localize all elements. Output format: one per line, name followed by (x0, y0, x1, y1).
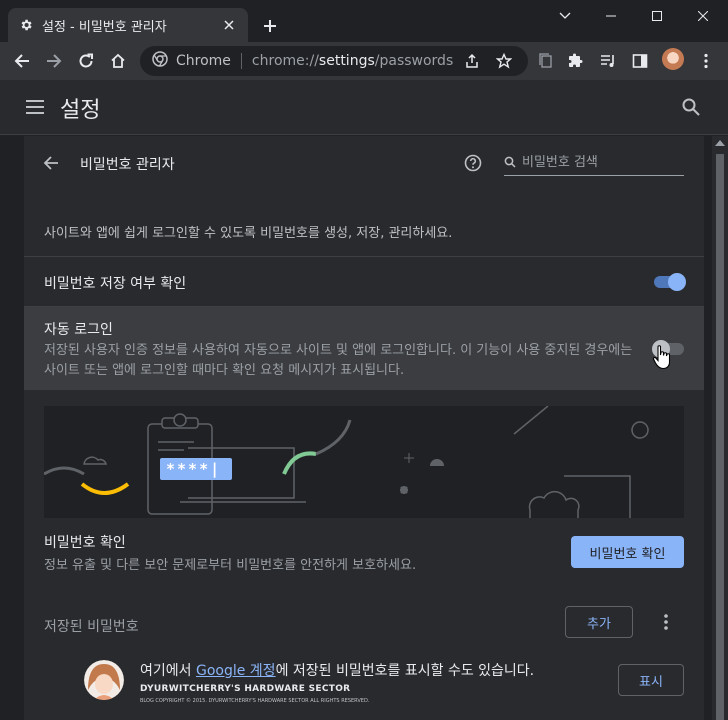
info-prefix: 여기에서 (140, 663, 196, 679)
password-search-input[interactable] (522, 155, 672, 170)
settings-title: 설정 (60, 98, 101, 123)
saved-passwords-title: 저장된 비밀번호 (44, 619, 139, 635)
home-icon[interactable] (104, 47, 132, 75)
account-avatar (84, 660, 124, 700)
tab-title: 설정 - 비밀번호 관리자 (42, 19, 167, 35)
account-passwords-info: 여기에서 Google 계정에 저장된 비밀번호를 표시할 수도 있습니다. (140, 660, 534, 680)
hand-cursor-icon (652, 344, 672, 370)
extensions-puzzle-icon[interactable] (562, 47, 590, 75)
scroll-up-arrow-icon[interactable] (715, 140, 725, 146)
password-manager-description: 사이트와 앱에 쉽게 로그인할 수 있도록 비밀번호를 생성, 저장, 관리하세… (44, 226, 453, 241)
close-window-icon[interactable] (680, 0, 726, 32)
help-icon[interactable] (464, 154, 484, 174)
offer-to-save-row[interactable]: 비밀번호 저장 여부 확인 (24, 256, 704, 306)
gear-icon (18, 17, 34, 33)
toggle-knob (668, 273, 686, 291)
side-panel-icon[interactable] (626, 47, 654, 75)
back-arrow-icon[interactable] (42, 154, 62, 174)
auto-signin-row[interactable]: 자동 로그인 저장된 사용자 인증 정보를 사용하여 자동으로 사이트 및 앱에… (24, 306, 704, 390)
profile-avatar[interactable] (662, 48, 684, 70)
watermark-subtitle: BLOG COPYRIGHT © 2015. DYURWITCHERRY'S H… (140, 698, 370, 704)
reload-icon[interactable] (72, 47, 100, 75)
more-actions-icon[interactable] (656, 610, 676, 634)
password-search-field[interactable] (504, 150, 684, 176)
info-suffix: 에 저장된 비밀번호를 표시할 수도 있습니다. (275, 663, 535, 679)
settings-main: 비밀번호 관리자 사이트와 앱에 쉽게 로그인할 수 있도록 비밀번호를 생성,… (0, 136, 728, 720)
scrollbar-thumb[interactable] (716, 154, 724, 720)
chrome-icon (152, 51, 168, 71)
password-manager-card: 비밀번호 관리자 사이트와 앱에 쉽게 로그인할 수 있도록 비밀번호를 생성,… (24, 136, 704, 720)
password-manager-header: 비밀번호 관리자 (24, 136, 704, 192)
password-check-title: 비밀번호 확인 (44, 535, 126, 551)
bookmark-star-icon[interactable] (495, 52, 513, 73)
offer-to-save-toggle[interactable] (654, 273, 686, 291)
reading-copy-icon[interactable] (532, 47, 560, 75)
url-path: /passwords (374, 53, 454, 69)
settings-header: 설정 (0, 80, 728, 135)
media-queue-icon[interactable] (594, 47, 622, 75)
forward-arrow-icon[interactable] (40, 47, 68, 75)
omnibox[interactable]: Chrome chrome://settings/passwords (140, 46, 528, 76)
password-check-description: 정보 유출 및 다른 보안 문제로부터 비밀번호를 안전하게 보호하세요. (44, 558, 417, 573)
auto-signin-description: 저장된 사용자 인증 정보를 사용하여 자동으로 사이트 및 앱에 로그인합니다… (44, 343, 633, 378)
password-check-illustration: ****| (44, 406, 684, 518)
watermark-title: DYURWITCHERRY'S HARDWARE SECTOR (140, 684, 351, 694)
new-tab-icon[interactable] (258, 14, 282, 38)
search-icon (504, 153, 516, 172)
check-passwords-button[interactable]: 비밀번호 확인 (571, 536, 684, 568)
kebab-menu-icon[interactable] (692, 47, 720, 75)
offer-to-save-label: 비밀번호 저장 여부 확인 (44, 276, 187, 292)
tab-strip: 설정 - 비밀번호 관리자 (0, 0, 728, 42)
share-icon[interactable] (464, 53, 480, 73)
tab-search-chevron-icon[interactable] (542, 0, 588, 32)
password-mask-text: ****| (166, 460, 222, 478)
page-title: 비밀번호 관리자 (80, 157, 175, 173)
search-icon[interactable] (680, 96, 702, 118)
show-account-passwords-button[interactable]: 표시 (618, 664, 684, 696)
omnibox-url: chrome://settings/passwords (252, 53, 453, 69)
auto-signin-label: 자동 로그인 (44, 322, 113, 338)
url-host: settings (318, 53, 375, 69)
back-arrow-icon[interactable] (8, 47, 36, 75)
omnibox-divider (240, 53, 242, 69)
minimize-icon[interactable] (588, 0, 634, 32)
maximize-icon[interactable] (634, 0, 680, 32)
hamburger-menu-icon[interactable] (24, 96, 46, 118)
add-password-button[interactable]: 추가 (565, 606, 633, 638)
browser-toolbar: Chrome chrome://settings/passwords (0, 42, 728, 80)
tab-close-icon[interactable] (220, 16, 238, 34)
url-scheme: chrome:// (251, 53, 319, 69)
active-tab[interactable]: 설정 - 비밀번호 관리자 (8, 8, 248, 42)
google-account-link[interactable]: Google 계정 (196, 663, 276, 679)
omnibox-site-chip: Chrome (176, 53, 231, 69)
